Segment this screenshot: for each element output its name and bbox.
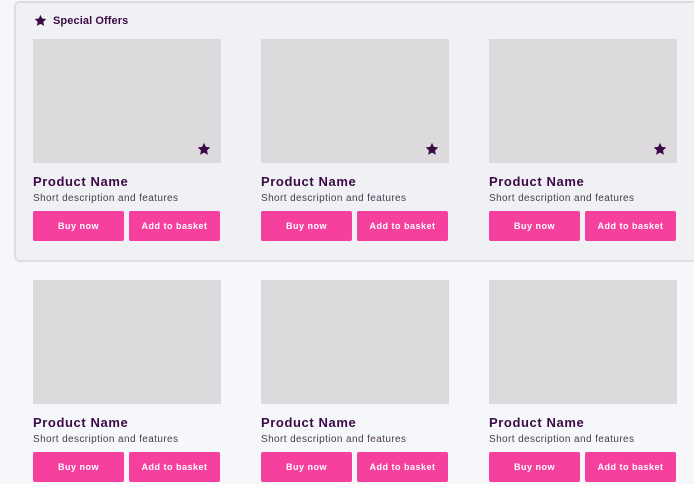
- product-actions: Buy now Add to basket: [261, 211, 449, 241]
- add-to-basket-button[interactable]: Add to basket: [585, 211, 676, 241]
- star-icon: [425, 142, 439, 156]
- product-image-placeholder[interactable]: [33, 39, 221, 163]
- product-page: Special Offers Product Name Short descri…: [0, 0, 694, 484]
- product-name[interactable]: Product Name: [489, 174, 677, 189]
- product-description: Short description and features: [261, 193, 407, 204]
- product-description: Short description and features: [33, 193, 179, 204]
- product-name[interactable]: Product Name: [33, 415, 221, 430]
- star-icon: [653, 142, 667, 156]
- product-actions: Buy now Add to basket: [261, 452, 449, 482]
- add-to-basket-button[interactable]: Add to basket: [357, 452, 448, 482]
- product-image-placeholder[interactable]: [489, 280, 677, 404]
- buy-now-button[interactable]: Buy now: [489, 452, 580, 482]
- special-offers-title: Special Offers: [53, 14, 129, 27]
- special-offers-header: Special Offers: [34, 14, 128, 27]
- product-description: Short description and features: [489, 193, 635, 204]
- add-to-basket-button[interactable]: Add to basket: [585, 452, 676, 482]
- featured-product-card[interactable]: Product Name Short description and featu…: [489, 39, 677, 241]
- product-actions: Buy now Add to basket: [33, 452, 221, 482]
- product-image-placeholder[interactable]: [261, 39, 449, 163]
- product-name[interactable]: Product Name: [261, 174, 449, 189]
- product-description: Short description and features: [261, 434, 407, 445]
- product-actions: Buy now Add to basket: [33, 211, 221, 241]
- buy-now-button[interactable]: Buy now: [33, 452, 124, 482]
- buy-now-button[interactable]: Buy now: [33, 211, 124, 241]
- featured-product-card[interactable]: Product Name Short description and featu…: [261, 39, 449, 241]
- product-image-placeholder[interactable]: [261, 280, 449, 404]
- product-name[interactable]: Product Name: [489, 415, 677, 430]
- product-card[interactable]: Product Name Short description and featu…: [33, 280, 221, 482]
- buy-now-button[interactable]: Buy now: [261, 211, 352, 241]
- product-name[interactable]: Product Name: [33, 174, 221, 189]
- buy-now-button[interactable]: Buy now: [261, 452, 352, 482]
- buy-now-button[interactable]: Buy now: [489, 211, 580, 241]
- star-icon: [197, 142, 211, 156]
- product-description: Short description and features: [489, 434, 635, 445]
- product-card[interactable]: Product Name Short description and featu…: [261, 280, 449, 482]
- star-icon: [34, 14, 47, 27]
- featured-product-card[interactable]: Product Name Short description and featu…: [33, 39, 221, 241]
- product-description: Short description and features: [33, 434, 179, 445]
- product-image-placeholder[interactable]: [489, 39, 677, 163]
- product-image-placeholder[interactable]: [33, 280, 221, 404]
- add-to-basket-button[interactable]: Add to basket: [129, 452, 220, 482]
- product-name[interactable]: Product Name: [261, 415, 449, 430]
- product-actions: Buy now Add to basket: [489, 211, 677, 241]
- add-to-basket-button[interactable]: Add to basket: [357, 211, 448, 241]
- product-card[interactable]: Product Name Short description and featu…: [489, 280, 677, 482]
- product-actions: Buy now Add to basket: [489, 452, 677, 482]
- add-to-basket-button[interactable]: Add to basket: [129, 211, 220, 241]
